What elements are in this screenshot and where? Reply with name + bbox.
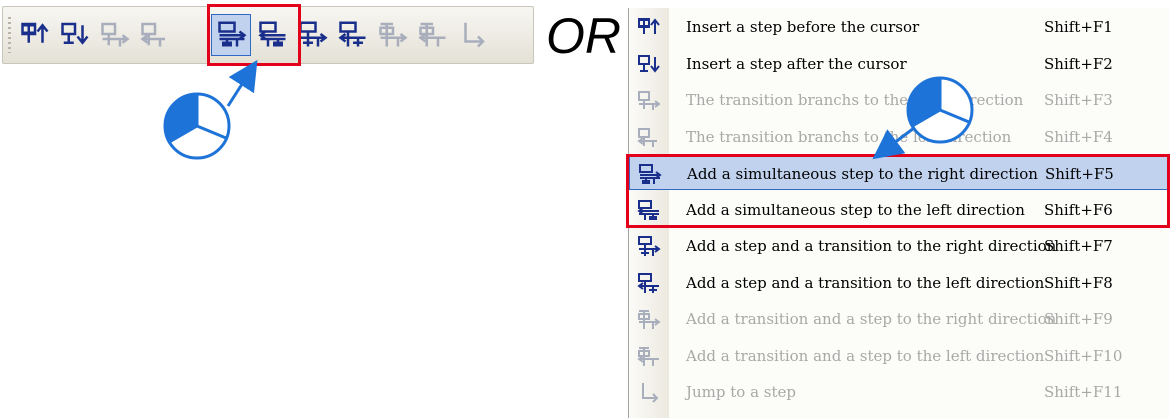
toolbar-button-insert-step-after[interactable] [55, 15, 95, 55]
menu-item-shortcut: Shift+F4 [1044, 127, 1113, 146]
transition-step-left-icon [637, 345, 661, 367]
toolbar-button-transition-branch-right [95, 15, 135, 55]
menu-item-shortcut: Shift+F10 [1044, 346, 1123, 365]
insert-step-after-icon [637, 53, 661, 75]
menu-item[interactable]: Add a step and a transition to the right… [629, 229, 1169, 263]
menu-item-shortcut: Shift+F11 [1044, 383, 1123, 401]
menu-item-label: Add a step and a transition to the left … [686, 273, 1045, 292]
toolbar-button-jump-to-step [453, 15, 493, 55]
menu-item-label: Insert a step before the cursor [686, 18, 920, 36]
transition-step-right-icon [637, 308, 661, 330]
menu-item[interactable]: Add a step and a transition to the left … [629, 266, 1169, 300]
menu-item-shortcut: Shift+F9 [1044, 310, 1113, 328]
toolbar-button-step-transition-left[interactable] [333, 15, 373, 55]
menu-item-shortcut: Shift+F3 [1044, 91, 1113, 109]
step-transition-left-icon [637, 272, 661, 294]
toolbar-button-transition-step-right [373, 15, 413, 55]
toolbar-grip[interactable] [8, 17, 11, 53]
transition-branch-left-icon [637, 126, 661, 148]
menu-item-shortcut: Shift+F1 [1044, 18, 1113, 36]
toolbar-button-transition-branch-left [135, 15, 175, 55]
menu-item: Add a transition and a step to the right… [629, 302, 1169, 336]
menu-item-label: Add a transition and a step to the left … [686, 346, 1045, 365]
menu-item-shortcut: Shift+F8 [1044, 273, 1113, 292]
menu-item: Add a transition and a step to the left … [629, 339, 1169, 373]
or-label: OR [546, 8, 621, 64]
toolbar-button-insert-step-before[interactable] [15, 15, 55, 55]
menu-item-shortcut: Shift+F7 [1044, 237, 1113, 255]
menu-item-label: Jump to a step [686, 383, 797, 401]
menu-item-label: Add a step and a transition to the right… [686, 237, 1057, 255]
step-transition-right-icon [637, 235, 661, 257]
menu-callout-pie-icon [872, 76, 974, 160]
menu-item: Jump to a step Shift+F11 [629, 375, 1169, 409]
toolbar-button-transition-step-left [413, 15, 453, 55]
jump-to-step-icon [637, 381, 661, 403]
menu-item-label: Add a transition and a step to the right… [686, 310, 1057, 328]
menu-item[interactable]: Insert a step before the cursor Shift+F1 [629, 10, 1169, 44]
toolbar-callout-pie-icon [163, 59, 258, 160]
menu-item-shortcut: Shift+F2 [1044, 54, 1113, 73]
insert-step-before-icon [637, 16, 661, 38]
transition-branch-right-icon [637, 89, 661, 111]
